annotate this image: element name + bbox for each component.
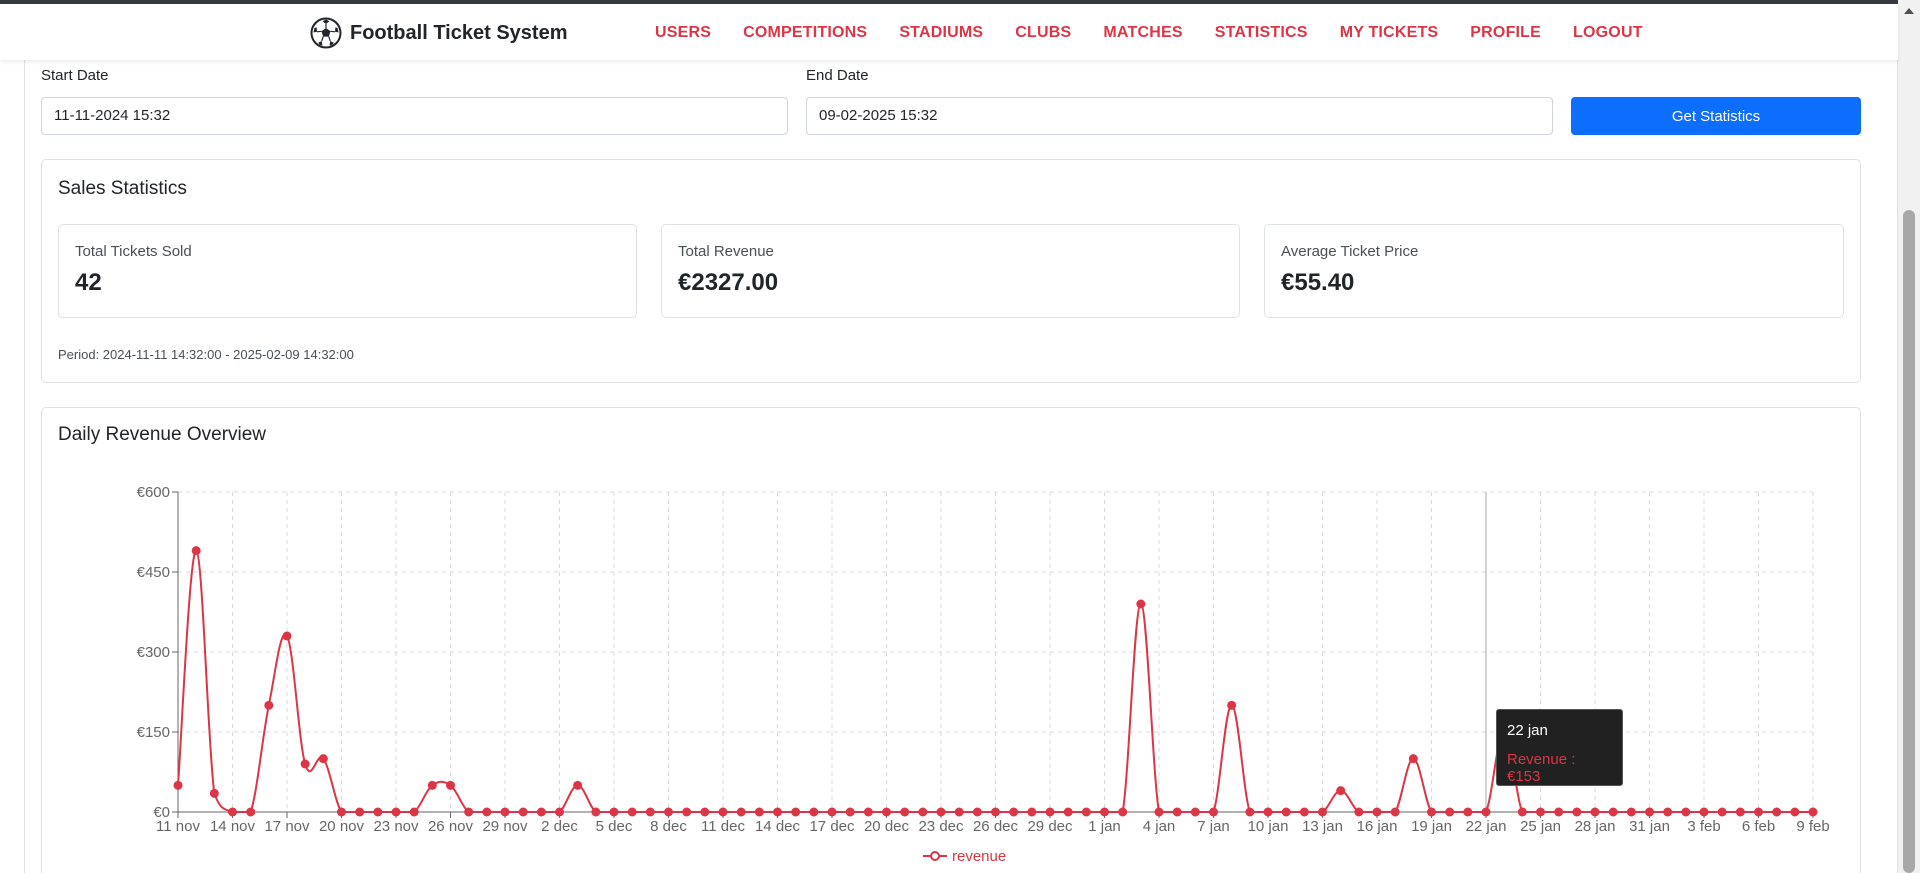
period-text: Period: 2024-11-11 14:32:00 - 2025-02-09… — [58, 347, 354, 362]
total-revenue-label: Total Revenue — [678, 243, 774, 260]
total-revenue-value: €2327.00 — [678, 269, 779, 296]
revenue-overview-title: Daily Revenue Overview — [58, 424, 267, 445]
nav-users[interactable]: USERS — [655, 24, 711, 42]
app-title: Football Ticket System — [350, 21, 568, 44]
tooltip-date: 22 jan — [1507, 722, 1548, 739]
nav-statistics[interactable]: STATISTICS — [1215, 24, 1308, 42]
average-price-label: Average Ticket Price — [1281, 243, 1419, 260]
soccer-ball-icon — [310, 17, 342, 49]
average-price-card: Average Ticket Price €55.40 — [1264, 224, 1844, 318]
scroll-up-arrow-icon[interactable] — [1904, 8, 1914, 14]
nav-my-tickets[interactable]: MY TICKETS — [1340, 24, 1439, 42]
chart-tooltip: 22 jan Revenue : €153 — [1496, 709, 1623, 786]
sales-statistics-title: Sales Statistics — [58, 178, 187, 199]
total-tickets-value: 42 — [75, 269, 102, 296]
revenue-overview-card: Daily Revenue Overview — [41, 407, 1861, 873]
start-date-input[interactable]: 11-11-2024 15:32 — [41, 97, 788, 135]
nav-stadiums[interactable]: STADIUMS — [899, 24, 983, 42]
total-tickets-card: Total Tickets Sold 42 — [58, 224, 637, 318]
page-scrollbar[interactable] — [1898, 0, 1920, 873]
get-statistics-button[interactable]: Get Statistics — [1571, 97, 1861, 135]
end-date-label: End Date — [806, 67, 869, 84]
nav-clubs[interactable]: CLUBS — [1015, 24, 1071, 42]
total-revenue-card: Total Revenue €2327.00 — [661, 224, 1240, 318]
sales-statistics-card: Sales Statistics Total Tickets Sold 42 T… — [41, 159, 1861, 383]
tooltip-value: Revenue : €153 — [1507, 751, 1576, 785]
start-date-label: Start Date — [41, 67, 109, 84]
end-date-input[interactable]: 09-02-2025 15:32 — [806, 97, 1553, 135]
navbar: Football Ticket System USERS COMPETITION… — [0, 4, 1898, 60]
nav-logout[interactable]: LOGOUT — [1573, 24, 1643, 42]
nav-profile[interactable]: PROFILE — [1470, 24, 1541, 42]
average-price-value: €55.40 — [1281, 269, 1355, 296]
main-nav: USERS COMPETITIONS STADIUMS CLUBS MATCHE… — [655, 24, 1643, 42]
nav-competitions[interactable]: COMPETITIONS — [743, 24, 867, 42]
nav-matches[interactable]: MATCHES — [1103, 24, 1182, 42]
brand[interactable]: Football Ticket System — [310, 17, 567, 49]
total-tickets-label: Total Tickets Sold — [75, 243, 192, 260]
scrollbar-thumb[interactable] — [1903, 210, 1915, 873]
